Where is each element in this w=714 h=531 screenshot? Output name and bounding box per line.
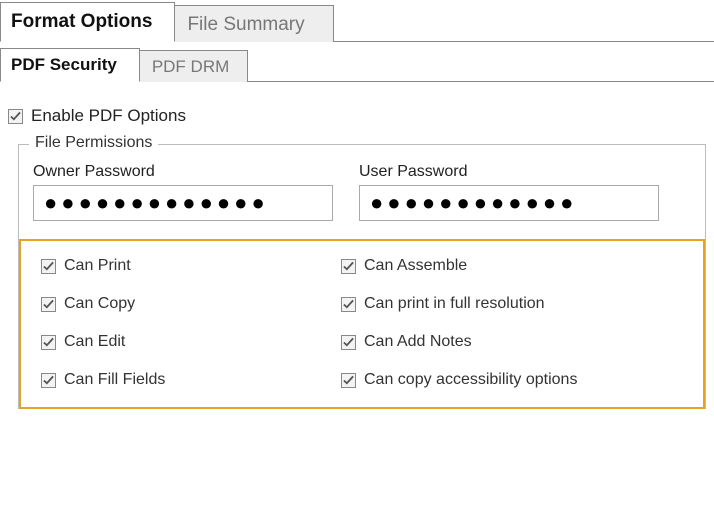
owner-password-label: Owner Password — [33, 163, 333, 181]
perm-label: Can Fill Fields — [64, 371, 165, 389]
tab-label: PDF Security — [11, 55, 117, 74]
perm-label: Can Edit — [64, 333, 125, 351]
tab-label: Format Options — [11, 11, 152, 32]
checkbox-icon — [41, 373, 56, 388]
tab-pdf-security[interactable]: PDF Security — [0, 48, 140, 82]
perm-can-full-res[interactable]: Can print in full resolution — [341, 295, 681, 313]
perm-can-print[interactable]: Can Print — [41, 257, 341, 275]
perm-can-edit[interactable]: Can Edit — [41, 333, 341, 351]
perm-label: Can Assemble — [364, 257, 467, 275]
perm-can-fill-fields[interactable]: Can Fill Fields — [41, 371, 341, 389]
file-permissions-group: File Permissions Owner Password User Pas… — [18, 144, 706, 409]
perm-can-copy-a11y[interactable]: Can copy accessibility options — [341, 371, 681, 389]
tab-label: PDF DRM — [152, 57, 229, 76]
checkbox-icon — [341, 297, 356, 312]
owner-password-input[interactable] — [33, 185, 333, 221]
user-password-input[interactable] — [359, 185, 659, 221]
content-area: Enable PDF Options File Permissions Owne… — [0, 82, 714, 409]
perm-label: Can Add Notes — [364, 333, 472, 351]
checkbox-icon — [8, 109, 23, 124]
tab-file-summary[interactable]: File Summary — [175, 5, 333, 42]
perm-label: Can Print — [64, 257, 131, 275]
enable-pdf-options-label: Enable PDF Options — [31, 106, 186, 126]
perm-can-add-notes[interactable]: Can Add Notes — [341, 333, 681, 351]
tab-row-sub: PDF Security PDF DRM — [0, 42, 714, 82]
perm-can-copy[interactable]: Can Copy — [41, 295, 341, 313]
user-password-col: User Password — [359, 163, 659, 221]
checkbox-icon — [341, 335, 356, 350]
perm-can-assemble[interactable]: Can Assemble — [341, 257, 681, 275]
checkbox-icon — [41, 259, 56, 274]
tab-row-top: Format Options File Summary — [0, 0, 714, 42]
perm-label: Can copy accessibility options — [364, 371, 577, 389]
perm-label: Can print in full resolution — [364, 295, 545, 313]
tab-format-options[interactable]: Format Options — [0, 2, 175, 42]
checkbox-icon — [41, 335, 56, 350]
checkbox-icon — [341, 373, 356, 388]
perm-label: Can Copy — [64, 295, 135, 313]
permissions-box: Can Print Can Assemble Can Copy Can prin… — [19, 239, 705, 409]
user-password-label: User Password — [359, 163, 659, 181]
checkbox-icon — [341, 259, 356, 274]
owner-password-col: Owner Password — [33, 163, 333, 221]
enable-pdf-options-row[interactable]: Enable PDF Options — [8, 106, 706, 126]
tab-label: File Summary — [187, 14, 304, 35]
tab-pdf-drm[interactable]: PDF DRM — [140, 50, 248, 82]
checkbox-icon — [41, 297, 56, 312]
file-permissions-legend: File Permissions — [29, 134, 158, 152]
password-row: Owner Password User Password — [33, 163, 691, 221]
